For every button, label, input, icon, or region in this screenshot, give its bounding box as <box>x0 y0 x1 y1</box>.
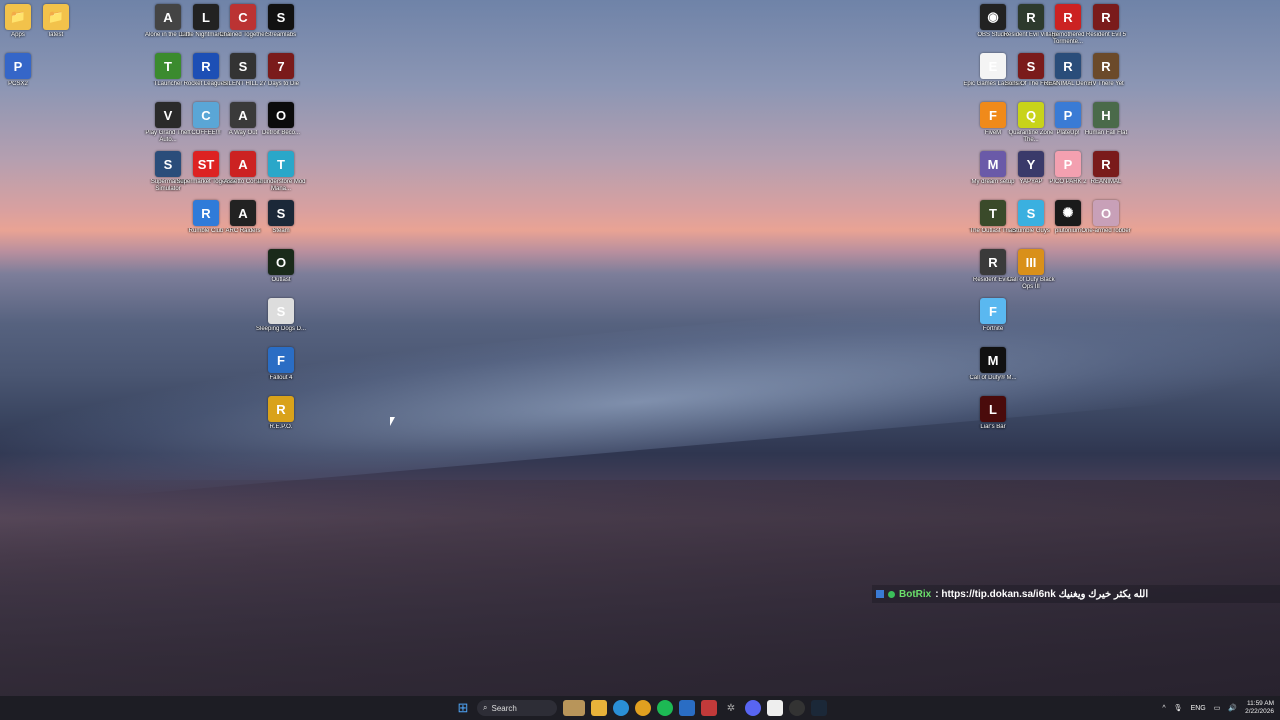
mouse-cursor-icon <box>390 417 395 426</box>
app-icon: S <box>268 298 294 324</box>
desktop-icon-label: Thunderstore Mod Mana... <box>256 179 306 192</box>
store-icon[interactable] <box>679 700 695 716</box>
file-explorer-icon[interactable] <box>591 700 607 716</box>
desktop-icon-label: Steam <box>272 228 290 234</box>
app-icon: 📁 <box>43 4 69 30</box>
app-icon: S <box>268 200 294 226</box>
desktop-icon[interactable]: III Call of Duty Black Ops III <box>1001 249 1061 291</box>
app-icon: F <box>268 347 294 373</box>
microphone-icon[interactable]: 🎙 <box>1174 704 1183 712</box>
desktop-icon[interactable]: S Sleeping Dogs D... <box>251 298 311 333</box>
desktop-icon-label: Call of Duty Black Ops III <box>1007 277 1055 290</box>
app-icon: H <box>1093 102 1119 128</box>
desktop-icon-label: Fallout 4 <box>269 375 293 381</box>
chevron-up-icon[interactable]: ^ <box>1162 705 1165 712</box>
app-icon: R <box>1093 151 1119 177</box>
desktop-icon-label: Human Fall Flat <box>1084 130 1128 136</box>
taskbar-apps: ⊞ ⌕ Search ✲ <box>455 696 827 720</box>
app-icon: T <box>268 151 294 177</box>
desktop-icon-label: Streamlabs <box>265 32 297 38</box>
wallpaper-wave <box>0 274 1280 506</box>
steam-icon[interactable] <box>811 700 827 716</box>
start-icon[interactable]: ⊞ <box>455 700 471 716</box>
desktop-icon[interactable]: R Resident Evil 5 <box>1076 4 1136 39</box>
volume-icon[interactable]: 🔊 <box>1228 704 1237 712</box>
app-icon: O <box>268 249 294 275</box>
desktop-icon[interactable]: O Outlast <box>251 249 311 284</box>
desktop-icon-label: 7 Days to Die <box>262 81 299 87</box>
app-icon: P <box>5 53 31 79</box>
app-icon-red[interactable] <box>701 700 717 716</box>
desktop-icon-label: One-armed robber <box>1081 228 1131 234</box>
app-icon: R <box>1093 4 1119 30</box>
streamlabs-icon[interactable] <box>767 700 783 716</box>
verified-icon <box>888 590 895 598</box>
app-icon: O <box>1093 200 1119 226</box>
desktop-icon-label: PCSX2 <box>8 81 28 87</box>
desktop-icon[interactable]: T Thunderstore Mod Mana... <box>251 151 311 193</box>
desktop-icon[interactable]: F Fortnite <box>963 298 1023 333</box>
language-indicator[interactable]: ENG <box>1191 705 1206 712</box>
app-icon: F <box>980 298 1006 324</box>
desktop-icon[interactable]: O One-armed robber <box>1076 200 1136 235</box>
desktop-icon-label: R.E.P.O. <box>269 424 293 430</box>
desktop-icon-label: Detroit Beco... <box>261 130 300 136</box>
desktop-icon[interactable]: R RV There Yet <box>1076 53 1136 88</box>
desktop-icon-label: Sleeping Dogs D... <box>255 326 307 332</box>
desktop-icon-label: Resident Evil 5 <box>1085 32 1127 38</box>
search-icon: ⌕ <box>483 703 488 712</box>
app-icon: R <box>1093 53 1119 79</box>
spotify-icon[interactable] <box>657 700 673 716</box>
desktop-icon[interactable]: S Streamlabs <box>251 4 311 39</box>
obs-icon[interactable] <box>789 700 805 716</box>
desktop-icon-label: latest <box>48 32 64 38</box>
desktop-icon[interactable]: R REANIMAL <box>1076 151 1136 186</box>
system-tray: ^ 🎙 ENG ▭ 🔊 11:59 AM 2/22/2026 <box>1162 696 1274 720</box>
taskbar: ⊞ ⌕ Search ✲ ^ 🎙 ENG ▭ 🔊 11:59 AM 2/22/2… <box>0 696 1280 720</box>
app-icon: R <box>268 396 294 422</box>
desktop-icon[interactable]: M Call of Duty® M... <box>963 347 1023 382</box>
app-icon-gear[interactable]: ✲ <box>723 700 739 716</box>
desktop-icon[interactable]: S Steam <box>251 200 311 235</box>
desktop-icon-label: RV There Yet <box>1088 81 1124 87</box>
chat-author: BotRix <box>899 588 932 600</box>
desktop-icon-label: Outlast <box>271 277 291 283</box>
edge-icon[interactable] <box>613 700 629 716</box>
desktop-icon-label: REANIMAL <box>1090 179 1122 185</box>
clock[interactable]: 11:59 AM 2/22/2026 <box>1245 700 1274 716</box>
widgets-icon[interactable] <box>563 700 585 716</box>
desktop-icon[interactable]: L Liar's Bar <box>963 396 1023 431</box>
network-icon[interactable]: ▭ <box>1214 704 1221 712</box>
clock-time: 11:59 AM <box>1247 700 1274 707</box>
app-icon <box>876 590 884 598</box>
desktop-icon[interactable]: 📁 latest <box>26 4 86 39</box>
desktop-icon[interactable]: F Fallout 4 <box>251 347 311 382</box>
app-icon: S <box>268 4 294 30</box>
app-icon: 7 <box>268 53 294 79</box>
app-icon: L <box>980 396 1006 422</box>
search-input[interactable]: ⌕ Search <box>477 700 557 716</box>
desktop-icon[interactable]: H Human Fall Flat <box>1076 102 1136 137</box>
app-icon: III <box>1018 249 1044 275</box>
app-icon: O <box>268 102 294 128</box>
desktop-icon-label: Liar's Bar <box>980 424 1006 430</box>
search-placeholder: Search <box>491 703 517 713</box>
desktop-icon[interactable]: O Detroit Beco... <box>251 102 311 137</box>
discord-icon[interactable] <box>745 700 761 716</box>
clock-date: 2/22/2026 <box>1245 708 1274 715</box>
desktop-icon[interactable]: 7 7 Days to Die <box>251 53 311 88</box>
chrome-icon[interactable] <box>635 700 651 716</box>
chat-message: : https://tip.dokan.sa/i6nk الله يكثر خي… <box>935 588 1149 600</box>
desktop-icon[interactable]: R R.E.P.O. <box>251 396 311 431</box>
desktop-icon-label: Fortnite <box>982 326 1004 332</box>
desktop-icon-label: Call of Duty® M... <box>969 375 1017 381</box>
app-icon: M <box>980 347 1006 373</box>
desktop-icon[interactable]: P PCSX2 <box>0 53 48 88</box>
chat-overlay: BotRix : https://tip.dokan.sa/i6nk الله … <box>872 585 1280 603</box>
